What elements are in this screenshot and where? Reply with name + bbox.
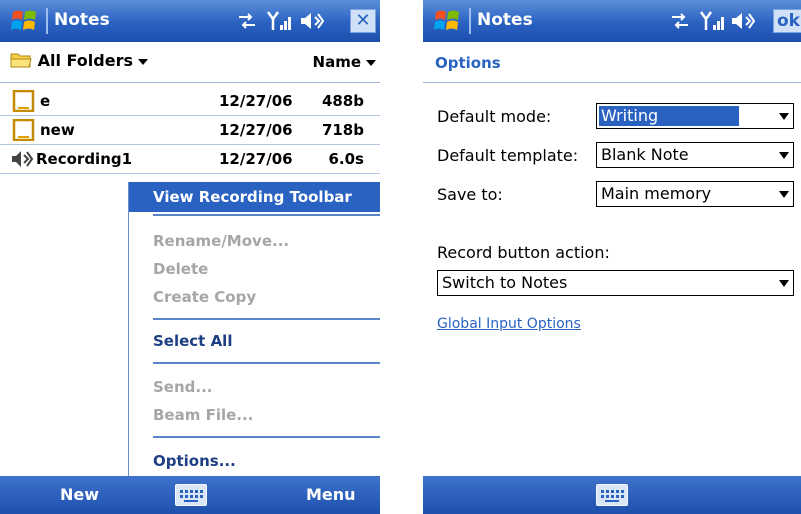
folder-sort-bar: All Folders Name bbox=[0, 42, 380, 83]
volume-icon[interactable] bbox=[729, 9, 755, 33]
keyboard-keys-icon bbox=[601, 490, 624, 502]
chevron-down-icon bbox=[137, 58, 148, 65]
file-date: 12/27/06 bbox=[219, 121, 293, 139]
sync-arrows-icon[interactable] bbox=[669, 9, 691, 33]
options-screen: Notes ok Options Default mode: Writing D… bbox=[423, 0, 801, 514]
file-name: Recording1 bbox=[36, 150, 133, 168]
menu-item-select-all[interactable]: Select All bbox=[153, 332, 232, 350]
record-button-value: Switch to Notes bbox=[442, 273, 568, 292]
title-bar: Notes ✕ bbox=[0, 0, 380, 42]
menu-divider bbox=[153, 362, 380, 364]
global-input-options-link[interactable]: Global Input Options bbox=[437, 316, 581, 332]
folder-dropdown-label: All Folders bbox=[37, 51, 133, 70]
start-menu-windows-icon[interactable] bbox=[10, 8, 40, 34]
default-mode-label: Default mode: bbox=[437, 107, 552, 126]
softkey-bar: New Menu bbox=[0, 476, 380, 514]
signal-strength-icon[interactable] bbox=[699, 9, 725, 33]
title-separator bbox=[469, 8, 471, 34]
file-size: 718b bbox=[321, 121, 364, 139]
chevron-down-icon bbox=[779, 280, 789, 287]
note-icon bbox=[12, 119, 35, 141]
default-mode-value: Writing bbox=[599, 106, 739, 126]
folder-icon bbox=[10, 53, 32, 68]
list-item[interactable]: new 12/27/06 718b bbox=[0, 116, 380, 145]
file-size: 6.0s bbox=[328, 150, 364, 168]
menu-item-beam-file[interactable]: Beam File... bbox=[153, 406, 253, 424]
page-title: Options bbox=[435, 54, 501, 72]
keyboard-keys-icon bbox=[180, 490, 203, 502]
options-header: Options bbox=[423, 42, 801, 83]
sort-dropdown-label: Name bbox=[312, 53, 361, 71]
sort-dropdown[interactable]: Name bbox=[313, 53, 376, 71]
file-name: new bbox=[40, 121, 75, 139]
list-item[interactable]: e 12/27/06 488b bbox=[0, 87, 380, 116]
chevron-down-icon bbox=[779, 191, 789, 198]
menu-item-view-recording-toolbar[interactable]: View Recording Toolbar bbox=[129, 182, 380, 212]
title-separator bbox=[46, 8, 48, 34]
record-button-dropdown[interactable]: Switch to Notes bbox=[437, 270, 794, 296]
volume-icon[interactable] bbox=[298, 9, 324, 33]
file-size: 488b bbox=[321, 92, 364, 110]
note-icon bbox=[12, 90, 35, 112]
chevron-down-icon bbox=[779, 152, 789, 159]
default-template-dropdown[interactable]: Blank Note bbox=[596, 142, 794, 168]
file-name: e bbox=[40, 92, 51, 110]
chevron-down-icon bbox=[779, 113, 789, 120]
speaker-icon bbox=[12, 151, 34, 167]
default-mode-dropdown[interactable]: Writing bbox=[596, 103, 794, 129]
keyboard-icon[interactable] bbox=[175, 484, 207, 506]
list-item[interactable]: Recording1 12/27/06 6.0s bbox=[0, 145, 380, 174]
default-template-label: Default template: bbox=[437, 146, 579, 165]
softkey-bar bbox=[423, 476, 801, 514]
close-button[interactable]: ✕ bbox=[350, 9, 376, 33]
menu-item-delete[interactable]: Delete bbox=[153, 260, 208, 278]
menu-divider bbox=[153, 436, 380, 438]
folder-dropdown[interactable]: All Folders bbox=[10, 51, 148, 70]
app-title: Notes bbox=[54, 10, 110, 30]
menu-divider bbox=[153, 214, 380, 216]
menu-item-rename-move[interactable]: Rename/Move... bbox=[153, 232, 289, 250]
menu-divider bbox=[153, 318, 380, 320]
save-to-label: Save to: bbox=[437, 185, 503, 204]
save-to-value: Main memory bbox=[601, 184, 712, 203]
notes-list-screen: Notes ✕ All Folders Name e 12/27/06 488b… bbox=[0, 0, 380, 514]
signal-strength-icon[interactable] bbox=[266, 9, 292, 33]
start-menu-windows-icon[interactable] bbox=[433, 8, 463, 34]
record-button-label: Record button action: bbox=[437, 243, 610, 262]
sync-arrows-icon[interactable] bbox=[236, 9, 258, 33]
default-template-value: Blank Note bbox=[601, 145, 689, 164]
context-menu: View Recording Toolbar Rename/Move... De… bbox=[128, 182, 380, 476]
new-softkey[interactable]: New bbox=[60, 485, 99, 504]
file-date: 12/27/06 bbox=[219, 92, 293, 110]
save-to-dropdown[interactable]: Main memory bbox=[596, 181, 794, 207]
app-title: Notes bbox=[477, 10, 533, 30]
menu-item-send[interactable]: Send... bbox=[153, 378, 213, 396]
keyboard-icon[interactable] bbox=[596, 484, 628, 506]
chevron-down-icon bbox=[366, 59, 376, 66]
file-date: 12/27/06 bbox=[219, 150, 293, 168]
ok-button[interactable]: ok bbox=[773, 9, 801, 33]
title-bar: Notes ok bbox=[423, 0, 801, 42]
menu-item-options[interactable]: Options... bbox=[153, 452, 236, 470]
menu-softkey[interactable]: Menu bbox=[306, 485, 356, 504]
menu-item-create-copy[interactable]: Create Copy bbox=[153, 288, 256, 306]
